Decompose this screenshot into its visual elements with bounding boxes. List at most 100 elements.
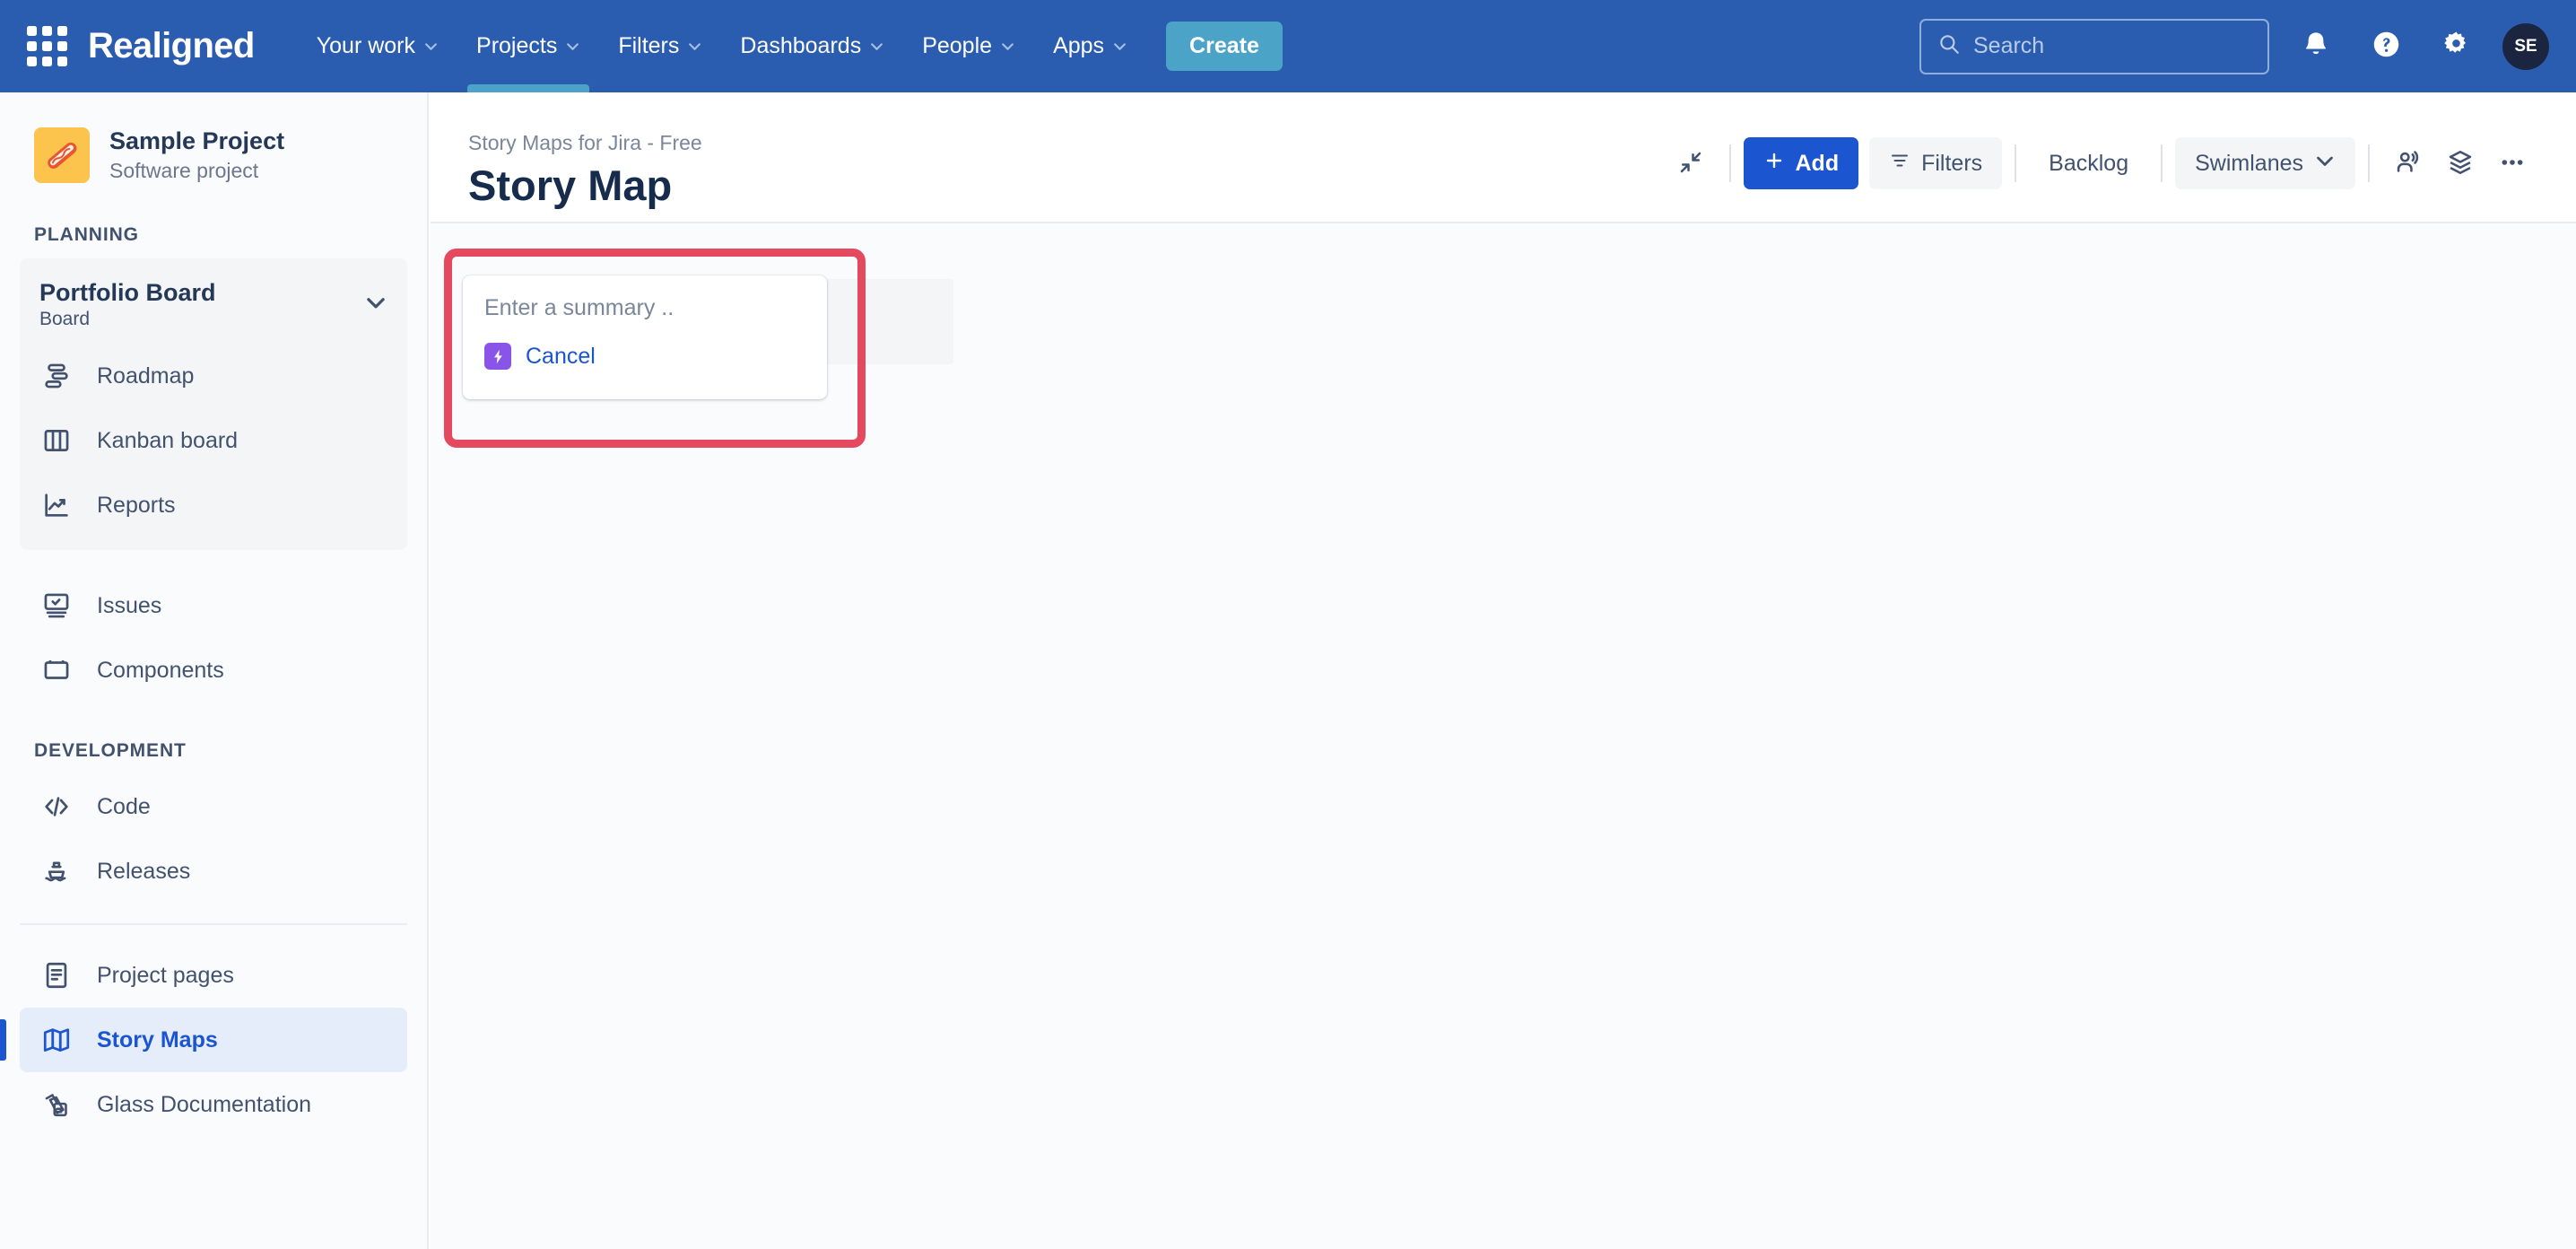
- nav-item-filters[interactable]: Filters: [599, 0, 721, 92]
- more-ellipsis-icon: [2498, 148, 2527, 179]
- nav-item-label: Filters: [618, 33, 680, 58]
- sidebar-item-label: Components: [97, 657, 224, 683]
- app-switcher-button[interactable]: [20, 20, 74, 74]
- filter-icon: [1889, 150, 1910, 178]
- nav-item-label: Dashboards: [740, 33, 862, 58]
- chart-trend-icon: [39, 490, 74, 520]
- add-button[interactable]: Add: [1743, 137, 1859, 189]
- sidebar-item-components[interactable]: Components: [20, 638, 407, 703]
- card-footer: Cancel: [484, 343, 805, 370]
- settings-button[interactable]: [2432, 23, 2479, 70]
- section-label-development: DEVELOPMENT: [34, 740, 187, 762]
- share-people-button[interactable]: [2382, 137, 2434, 189]
- sidebar-item-releases[interactable]: Releases: [20, 839, 407, 904]
- nav-item-projects[interactable]: Projects: [457, 0, 599, 92]
- page-toolbar: Add Filters Backlog Swimlanes: [1665, 130, 2539, 189]
- page-document-icon: [39, 960, 74, 991]
- board-group: Portfolio Board Board Roadmap Kanban boa…: [20, 258, 407, 551]
- project-avatar-icon: [34, 127, 90, 184]
- board-columns-icon: [39, 425, 74, 456]
- help-circle-icon: [2371, 30, 2401, 64]
- section-label-planning: PLANNING: [34, 223, 139, 245]
- sidebar-item-label: Reports: [97, 492, 176, 518]
- swimlanes-label: Swimlanes: [2195, 150, 2303, 176]
- cancel-button[interactable]: Cancel: [526, 344, 596, 370]
- new-story-card[interactable]: Cancel: [463, 275, 827, 399]
- navbar-right-cluster: Search SE: [1919, 18, 2549, 74]
- nav-item-label: Apps: [1053, 33, 1105, 58]
- notifications-button[interactable]: [2293, 23, 2339, 70]
- page-header: Story Maps for Jira - Free Story Map Add: [431, 92, 2576, 223]
- sidebar-item-kanban-board[interactable]: Kanban board: [20, 408, 407, 473]
- plus-icon: [1763, 150, 1785, 178]
- glass-docs-icon: [39, 1089, 74, 1120]
- project-sidebar: Sample Project Software project PLANNING…: [0, 92, 429, 1249]
- collapse-arrows-icon: [1677, 149, 1704, 179]
- brand-logo[interactable]: Realigned: [88, 26, 255, 66]
- toolbar-divider: [2368, 144, 2370, 182]
- notifications-bell-icon: [2302, 30, 2330, 63]
- collapse-button[interactable]: [1665, 137, 1717, 189]
- sidebar-item-label: Releases: [97, 858, 191, 884]
- swimlanes-dropdown[interactable]: Swimlanes: [2175, 137, 2355, 189]
- add-button-label: Add: [1795, 150, 1840, 176]
- sidebar-item-issues[interactable]: Issues: [20, 573, 407, 638]
- summary-input[interactable]: [484, 295, 805, 321]
- sidebar-item-story-maps[interactable]: Story Maps: [0, 1008, 407, 1073]
- settings-gear-icon: [2441, 30, 2471, 64]
- page-title: Story Map: [468, 161, 673, 209]
- chevron-down-icon: [2314, 150, 2336, 178]
- nav-item-your-work[interactable]: Your work: [298, 0, 457, 92]
- user-avatar[interactable]: SE: [2502, 22, 2549, 70]
- releases-ship-icon: [39, 856, 74, 887]
- sidebar-item-code[interactable]: Code: [20, 774, 407, 839]
- sidebar-item-label: Story Maps: [97, 1026, 218, 1052]
- nav-item-label: People: [922, 33, 993, 58]
- search-input[interactable]: Search: [1919, 18, 2269, 74]
- project-type: Software project: [109, 158, 259, 182]
- sidebar-item-reports[interactable]: Reports: [20, 473, 407, 537]
- breadcrumb[interactable]: Story Maps for Jira - Free: [468, 130, 702, 157]
- brand-label: Realigned: [88, 26, 255, 66]
- primary-nav-links: Your work Projects Filters Dashboards Pe…: [298, 0, 1283, 92]
- map-icon: [39, 1025, 74, 1055]
- people-share-icon: [2394, 148, 2423, 179]
- chevron-down-icon: [423, 39, 439, 54]
- chevron-down-icon[interactable]: [364, 291, 387, 319]
- toolbar-divider: [2015, 144, 2017, 182]
- filters-button[interactable]: Filters: [1869, 137, 2003, 189]
- chevron-down-icon: [1000, 39, 1015, 54]
- issues-icon: [39, 590, 74, 621]
- lightning-bolt-icon: [484, 343, 511, 370]
- create-button[interactable]: Create: [1166, 22, 1283, 71]
- nav-item-people[interactable]: People: [903, 0, 1034, 92]
- nav-item-label: Projects: [476, 33, 558, 58]
- highlighted-card-region: Cancel: [431, 223, 870, 475]
- sidebar-item-roadmap[interactable]: Roadmap: [20, 344, 407, 408]
- roadmap-icon: [39, 361, 74, 391]
- sidebar-item-glass-documentation[interactable]: Glass Documentation: [20, 1072, 407, 1137]
- toolbar-divider: [1728, 144, 1731, 182]
- nav-item-dashboards[interactable]: Dashboards: [721, 0, 903, 92]
- sidebar-item-label: Issues: [97, 592, 162, 618]
- nav-item-apps[interactable]: Apps: [1034, 0, 1146, 92]
- nav-item-label: Your work: [316, 33, 416, 58]
- main-content: Story Maps for Jira - Free Story Map Add: [431, 92, 2576, 1249]
- sidebar-item-label: Glass Documentation: [97, 1091, 312, 1117]
- card-layer: Cancel: [431, 223, 2576, 1249]
- help-button[interactable]: [2363, 23, 2409, 70]
- components-icon: [39, 655, 74, 686]
- more-options-button[interactable]: [2486, 137, 2538, 189]
- board-group-subtitle: Board: [39, 309, 91, 330]
- code-brackets-icon: [39, 791, 74, 822]
- sidebar-item-project-pages[interactable]: Project pages: [20, 943, 407, 1008]
- layers-button[interactable]: [2434, 137, 2486, 189]
- project-header[interactable]: Sample Project Software project: [0, 92, 427, 185]
- sidebar-item-label: Kanban board: [97, 427, 239, 453]
- backlog-button[interactable]: Backlog: [2029, 137, 2148, 189]
- chevron-down-icon: [869, 39, 884, 54]
- top-navigation-bar: Realigned Your work Projects Filters Das…: [0, 0, 2576, 92]
- story-map-canvas: Cancel: [431, 223, 2576, 1249]
- search-icon: [1937, 32, 1961, 60]
- board-group-header[interactable]: Portfolio Board Board: [20, 267, 407, 345]
